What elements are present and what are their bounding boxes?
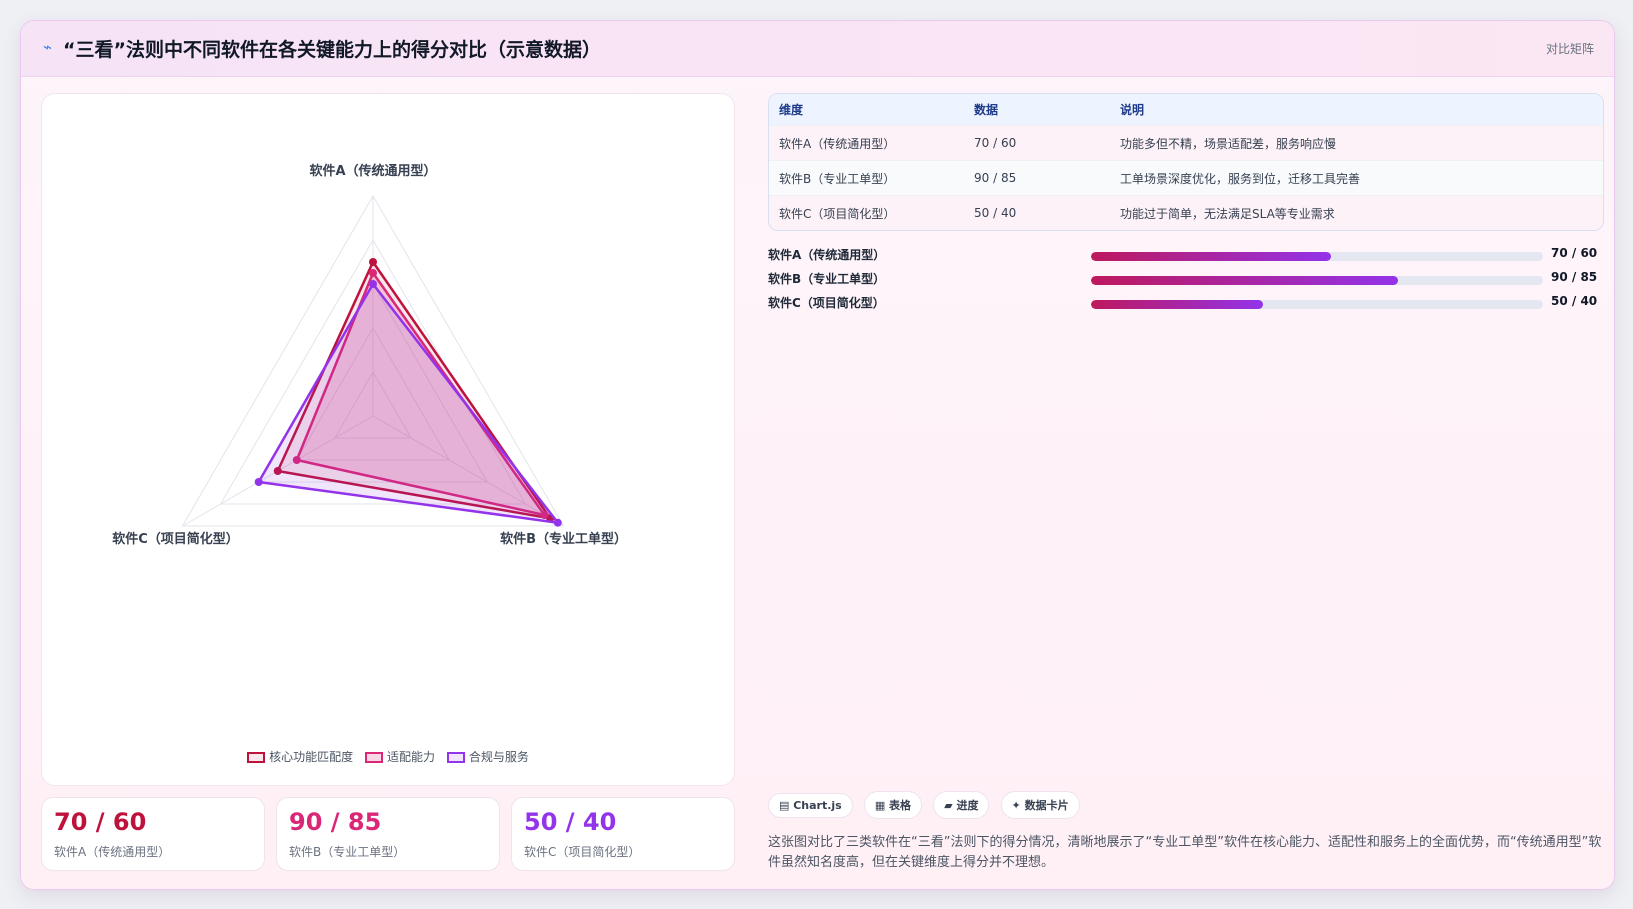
kpi-value-a: 70 / 60 — [54, 808, 147, 836]
legend-label-adapt: 适配能力 — [386, 750, 435, 764]
progress-row-a: 软件A（传统通用型） 70 / 60 — [768, 243, 1602, 267]
progress-fill — [1091, 276, 1399, 285]
table-row: 软件C（项目简化型） 50 / 40 功能过于简单，无法满足SLA等专业需求 — [769, 195, 1603, 230]
axis-label: 软件B（专业工单型） — [500, 531, 627, 547]
progress-value: 90 / 85 — [1551, 270, 1598, 284]
table-cell: 功能过于简单，无法满足SLA等专业需求 — [1110, 195, 1603, 230]
legend-label-compliance: 合规与服务 — [468, 750, 529, 764]
chip-chartjs[interactable]: ▤ Chart.js — [768, 793, 853, 818]
table-header-data: 数据 — [964, 94, 1110, 126]
progress-value: 70 / 60 — [1551, 246, 1598, 260]
progress-track — [1091, 252, 1543, 261]
main-card: ⌁ “三看”法则中不同软件在各关键能力上的得分对比（示意数据） 对比矩阵 软件A… — [20, 20, 1615, 890]
axis-label: 软件C（项目简化型） — [112, 531, 239, 547]
tech-chips: ▤ Chart.js ▦ 表格 ▰ 进度 ✦ 数据卡片 — [768, 791, 1086, 819]
progress-fill — [1091, 252, 1331, 261]
kpi-label-c: 软件C（项目简化型） — [524, 845, 641, 859]
table-cell: 90 / 85 — [964, 160, 1110, 196]
progress-label: 软件B（专业工单型） — [768, 272, 886, 286]
table-cell: 工单场景深度优化，服务到位，迁移工具完善 — [1110, 160, 1603, 196]
radar-chart: 软件A（传统通用型） 软件B（专业工单型） 软件C（项目简化型） — [112, 163, 627, 547]
table-cell: 软件B（专业工单型） — [769, 160, 964, 196]
table-cell: 软件C（项目简化型） — [769, 195, 964, 230]
kpi-value-c: 50 / 40 — [524, 808, 617, 836]
legend-item-core[interactable]: 核心功能匹配度 — [247, 748, 353, 765]
series-point — [254, 478, 263, 486]
series-point — [369, 280, 377, 288]
legend-item-adapt[interactable]: 适配能力 — [364, 748, 435, 765]
table-row: 软件B（专业工单型） 90 / 85 工单场景深度优化，服务到位，迁移工具完善 — [769, 160, 1603, 196]
chart-description: 这张图对比了三类软件在“三看”法则下的得分情况，清晰地展示了“专业工单型”软件在… — [768, 835, 1602, 870]
legend-item-compliance[interactable]: 合规与服务 — [446, 748, 529, 765]
kpi-card-c: 50 / 40 软件C（项目简化型） — [511, 797, 735, 871]
data-table: 维度 数据 说明 软件A（传统通用型） 70 / 60 功能多但不精，场景适配差… — [768, 93, 1604, 231]
progress-track — [1091, 300, 1543, 309]
progress-fill — [1091, 300, 1263, 309]
legend-swatch-compliance — [446, 752, 465, 763]
table-cell: 软件A（传统通用型） — [769, 125, 964, 161]
table-row: 软件A（传统通用型） 70 / 60 功能多但不精，场景适配差，服务响应慢 — [769, 125, 1603, 161]
table-cell: 70 / 60 — [964, 125, 1110, 161]
legend-swatch-adapt — [364, 752, 383, 763]
table-header-row: 维度 数据 说明 — [769, 94, 1603, 126]
view-tag: 对比矩阵 — [1545, 42, 1594, 56]
table-cell: 功能多但不精，场景适配差，服务响应慢 — [1110, 125, 1603, 161]
chart-legend: 核心功能匹配度 适配能力 合规与服务 — [42, 748, 734, 765]
series-point — [553, 518, 562, 527]
table-header-dimension: 维度 — [769, 94, 964, 126]
progress-bars: 软件A（传统通用型） 70 / 60 软件B（专业工单型） 90 / 85 软件… — [768, 243, 1602, 315]
axis-label: 软件A（传统通用型） — [309, 163, 436, 179]
progress-row-c: 软件C（项目简化型） 50 / 40 — [768, 291, 1602, 315]
sparkle-icon: ⌁ — [43, 38, 53, 56]
chip-table[interactable]: ▦ 表格 — [863, 791, 923, 819]
series-point — [369, 269, 377, 277]
page-title: “三看”法则中不同软件在各关键能力上的得分对比（示意数据） — [63, 39, 601, 61]
radar-chart-panel: 软件A（传统通用型） 软件B（专业工单型） 软件C（项目简化型） 核心功能匹配度 适… — [41, 93, 735, 786]
kpi-value-b: 90 / 85 — [289, 808, 382, 836]
progress-track — [1091, 276, 1543, 285]
kpi-card-b: 90 / 85 软件B（专业工单型） — [276, 797, 500, 871]
header: ⌁ “三看”法则中不同软件在各关键能力上的得分对比（示意数据） 对比矩阵 — [21, 21, 1614, 77]
kpi-label-b: 软件B（专业工单型） — [289, 845, 406, 859]
progress-value: 50 / 40 — [1551, 294, 1598, 308]
series-point — [369, 258, 377, 266]
kpi-label-a: 软件A（传统通用型） — [54, 845, 171, 859]
legend-swatch-core — [247, 752, 266, 763]
progress-label: 软件A（传统通用型） — [768, 248, 886, 262]
kpi-card-a: 70 / 60 软件A（传统通用型） — [41, 797, 265, 871]
progress-row-b: 软件B（专业工单型） 90 / 85 — [768, 267, 1602, 291]
table-cell: 50 / 40 — [964, 195, 1110, 230]
progress-label: 软件C（项目简化型） — [768, 296, 885, 310]
legend-label-core: 核心功能匹配度 — [269, 750, 354, 764]
table-header-desc: 说明 — [1110, 94, 1603, 126]
chip-data-card[interactable]: ✦ 数据卡片 — [1000, 791, 1080, 819]
kpi-cards: 70 / 60 软件A（传统通用型） 90 / 85 软件B（专业工单型） 50… — [41, 797, 735, 871]
chip-progress[interactable]: ▰ 进度 — [933, 791, 990, 819]
